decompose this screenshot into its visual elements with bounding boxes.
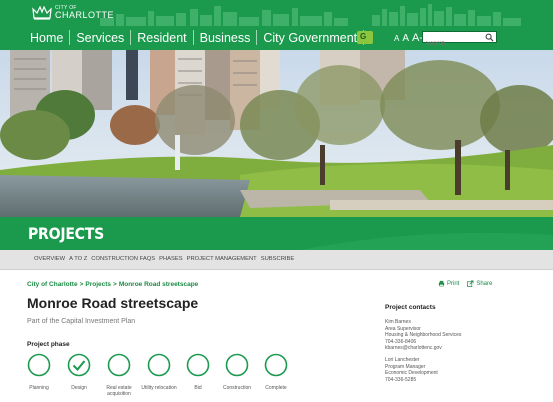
phase-label: Utility relocation [141, 385, 177, 391]
share-label: Share [476, 280, 493, 287]
phase-bid: Bid [178, 353, 218, 391]
contacts-title: Project contacts [385, 304, 436, 311]
phase-circle-icon [186, 353, 210, 377]
breadcrumb: City of Charlotte > Projects > Monroe Road s… [27, 281, 198, 288]
phase-heading: Project phase [27, 341, 70, 348]
nav-city-government[interactable]: City Government [257, 31, 363, 45]
banner-title: PROJECTS [28, 224, 104, 243]
logo-city-name: CHARLOTTE [55, 10, 115, 20]
contact-phone: 704-336-8406 [385, 338, 417, 345]
phase-circle-icon [264, 353, 288, 377]
translate-icon[interactable]: G [357, 31, 373, 44]
nav-business[interactable]: Business [194, 31, 257, 45]
nav-home[interactable]: Home [27, 31, 69, 45]
search-input[interactable] [423, 39, 483, 49]
phase-construction: Construction [217, 353, 257, 391]
phase-planning: Planning [19, 353, 59, 391]
project-contacts: Project contacts Kim Barnes Area Supervi… [385, 304, 545, 388]
phase-label: Real estate acquisition [106, 385, 132, 397]
main-nav-bar: Home Services Resident Business City Gov… [0, 26, 553, 50]
contact-name: Lori Lanchester [385, 356, 420, 363]
nav-resident[interactable]: Resident [131, 31, 192, 45]
page-actions: Print Share [438, 280, 492, 287]
contact-email[interactable]: kbarnes@charlottenc.gov [385, 345, 545, 352]
contact-card: Kim Barnes Area Supervisor Housing & Nei… [385, 319, 545, 352]
subnav-subscribe[interactable]: SUBSCRIBE [261, 256, 295, 262]
hero-image [0, 50, 553, 217]
phase-label: Complete [265, 385, 287, 391]
translate-label: G [360, 32, 367, 41]
page-title: Monroe Road streetscape [27, 295, 199, 311]
projects-subnav: OVERVIEW A TO Z CONSTRUCTION FAQS PHASES… [0, 250, 553, 270]
phase-circle-icon [27, 353, 51, 377]
print-label: Print [447, 280, 460, 287]
breadcrumb-current: Monroe Road streetscape [118, 281, 199, 288]
top-header: CITY OF CHARLOTTE [0, 0, 553, 26]
subnav-construction-faqs[interactable]: CONSTRUCTION FAQS [91, 256, 155, 262]
contact-name: Kim Barnes [385, 319, 411, 325]
contact-phone: 704-336-5285 [385, 376, 417, 383]
phase-utility-relocation: Utility relocation [139, 353, 179, 391]
phase-real-estate: Real estate acquisition [99, 353, 139, 397]
breadcrumb-separator: > [113, 281, 117, 288]
subnav-a-to-z[interactable]: A TO Z [69, 256, 87, 262]
phase-circle-icon [225, 353, 249, 377]
share-button[interactable]: Share [467, 280, 492, 287]
print-button[interactable]: Print [438, 280, 459, 287]
contact-role: Program Manager [385, 363, 426, 370]
phase-check-icon [67, 353, 91, 377]
subnav-phases[interactable]: PHASES [159, 256, 183, 262]
subnav-project-management[interactable]: PROJECT MANAGEMENT [187, 256, 257, 262]
header-tools: G A A A- [357, 31, 423, 44]
page-subtitle: Part of the Capital Investment Plan [27, 318, 136, 325]
phase-label: Design [71, 385, 87, 391]
share-icon [467, 280, 474, 287]
phase-label: Planning [29, 385, 49, 391]
subnav-overview[interactable]: OVERVIEW [34, 256, 65, 262]
text-size-medium[interactable]: A [402, 33, 409, 44]
breadcrumb-city[interactable]: City of Charlotte [27, 281, 78, 288]
phase-circle-icon [147, 353, 171, 377]
contact-role: Area Supervisor [385, 325, 421, 332]
contact-dept: Economic Development [385, 370, 438, 377]
phase-label: Bid [194, 385, 202, 391]
projects-banner: PROJECTS [0, 217, 553, 250]
nav-services[interactable]: Services [70, 31, 130, 45]
main-nav: Home Services Resident Business City Gov… [27, 30, 365, 45]
print-icon [438, 280, 445, 287]
search-icon[interactable] [485, 33, 494, 42]
park-skyline-photo [0, 50, 553, 217]
breadcrumb-projects[interactable]: Projects [85, 281, 111, 288]
phase-complete: Complete [256, 353, 296, 391]
search-box [422, 31, 497, 49]
phase-design: Design [59, 353, 99, 391]
text-size-small[interactable]: A [394, 34, 399, 43]
contact-card: Lori Lanchester Program Manager Economic… [385, 357, 545, 383]
city-logo[interactable]: CITY OF CHARLOTTE [32, 5, 114, 20]
text-size-controls: A A A- [394, 32, 423, 44]
phase-circle-icon [107, 353, 131, 377]
phase-tracker: Planning Design Real estate acquisition … [27, 353, 307, 398]
phase-label: Construction [222, 385, 252, 391]
crown-icon [32, 5, 52, 20]
contact-dept: Housing & Neighborhood Services [385, 332, 462, 339]
